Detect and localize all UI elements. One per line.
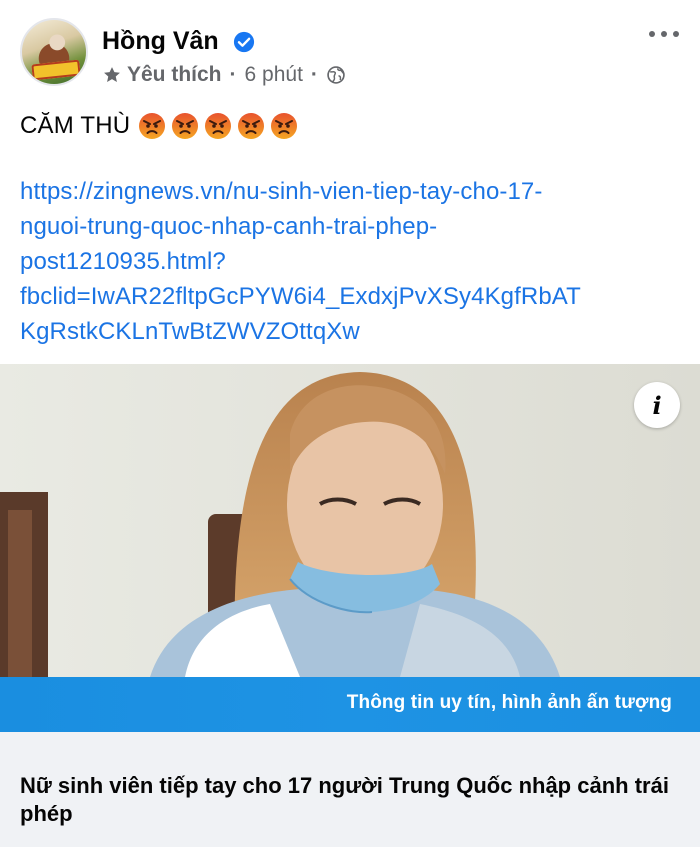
source-banner: Thông tin uy tín, hình ảnh ấn tượng	[0, 677, 700, 732]
link-line[interactable]: nguoi-trung-quoc-nhap-canh-trai-phep-	[20, 209, 688, 244]
angry-face-icon	[172, 113, 199, 139]
angry-face-icon	[205, 113, 232, 139]
post-text: CĂM THÙ	[20, 108, 690, 144]
more-options-icon[interactable]	[646, 24, 682, 44]
verified-badge-icon	[233, 31, 255, 53]
separator-dot: ·	[229, 63, 237, 86]
news-photo	[0, 364, 700, 677]
card-footer[interactable]: Nữ sinh viên tiếp tay cho 17 người Trung…	[0, 732, 700, 847]
angry-face-icon	[139, 113, 166, 139]
link-line[interactable]: KgRstkCKLnTwBtZWVZOttqXw	[20, 314, 688, 349]
banner-text: Thông tin uy tín, hình ảnh ấn tượng	[346, 692, 672, 713]
card-title[interactable]: Nữ sinh viên tiếp tay cho 17 người Trung…	[20, 772, 680, 828]
separator-dot: ·	[310, 63, 318, 86]
globe-icon[interactable]	[326, 65, 346, 85]
status-text: CĂM THÙ	[20, 112, 131, 139]
post-link[interactable]: https://zingnews.vn/nu-sinh-vien-tiep-ta…	[20, 174, 688, 349]
favorite-label[interactable]: Yêu thích	[127, 63, 222, 87]
emoji-group	[138, 112, 303, 140]
post-header: Hồng Vân Yêu thích · 6 phút ·	[0, 0, 700, 100]
preview-image[interactable]: i	[0, 364, 700, 677]
star-icon	[104, 67, 120, 82]
info-button[interactable]: i	[634, 382, 680, 428]
avatar[interactable]	[20, 18, 88, 86]
link-line[interactable]: https://zingnews.vn/nu-sinh-vien-tiep-ta…	[20, 174, 688, 209]
link-preview-card[interactable]: i Thông tin uy tín, hình ảnh ấn tượng Nữ…	[0, 364, 700, 847]
link-line[interactable]: post1210935.html?	[20, 244, 688, 279]
status-line: CĂM THÙ	[20, 108, 690, 144]
author-name[interactable]: Hồng Vân	[102, 27, 219, 56]
angry-face-icon	[238, 113, 265, 139]
post-meta: Yêu thích · 6 phút ·	[102, 63, 346, 87]
angry-face-icon	[271, 113, 298, 139]
link-line[interactable]: fbclid=IwAR22fltpGcPYW6i4_ExdxjPvXSy4Kgf…	[20, 279, 688, 314]
post-time[interactable]: 6 phút	[245, 63, 303, 87]
